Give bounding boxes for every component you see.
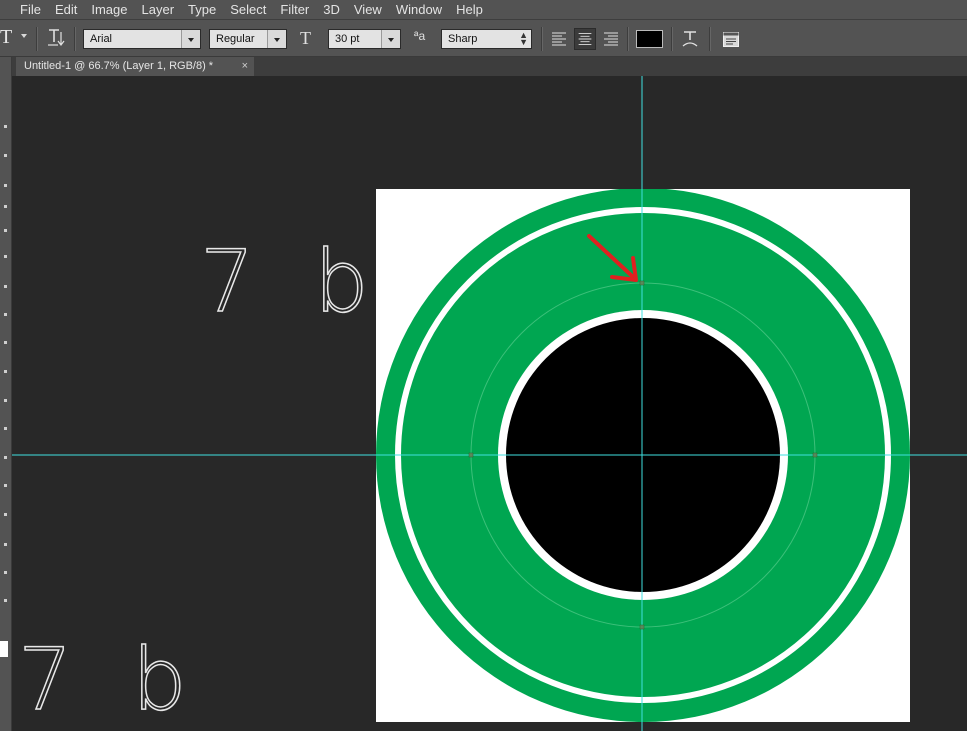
chevron-down-icon[interactable] bbox=[381, 30, 400, 48]
font-size-select[interactable]: 30 pt bbox=[328, 29, 401, 49]
tools-panel-edge bbox=[0, 57, 12, 731]
tool-corner-icon[interactable] bbox=[4, 229, 7, 232]
separator bbox=[36, 27, 38, 51]
menu-view[interactable]: View bbox=[347, 0, 389, 19]
horizontal-type-tool-icon[interactable]: T bbox=[0, 26, 12, 49]
tool-corner-icon[interactable] bbox=[4, 285, 7, 288]
menu-edit[interactable]: Edit bbox=[48, 0, 84, 19]
tool-corner-icon[interactable] bbox=[4, 484, 7, 487]
spinner-icon: ▲ ▼ bbox=[519, 30, 528, 47]
font-family-select[interactable]: Arial bbox=[83, 29, 201, 49]
document-tab-bar: Untitled-1 @ 66.7% (Layer 1, RGB/8) * × bbox=[12, 57, 967, 76]
chevron-down-icon[interactable] bbox=[181, 30, 200, 48]
antialias-value: Sharp bbox=[448, 33, 478, 45]
menu-image[interactable]: Image bbox=[84, 0, 134, 19]
character-panel-icon[interactable] bbox=[721, 29, 741, 49]
app-icon-edge bbox=[0, 0, 10, 19]
tool-corner-icon[interactable] bbox=[4, 513, 7, 516]
floating-text-upper[interactable]: 7 b bbox=[199, 231, 385, 333]
tool-corner-icon[interactable] bbox=[4, 571, 7, 574]
separator bbox=[671, 27, 673, 51]
menu-help[interactable]: Help bbox=[449, 0, 490, 19]
antialias-icon: ªa bbox=[414, 29, 426, 43]
font-style-value: Regular bbox=[216, 33, 255, 45]
menu-bar: File Edit Image Layer Type Select Filter… bbox=[0, 0, 967, 19]
tool-corner-icon[interactable] bbox=[4, 125, 7, 128]
separator bbox=[709, 27, 711, 51]
tool-corner-icon[interactable] bbox=[4, 341, 7, 344]
close-icon[interactable]: × bbox=[242, 57, 248, 76]
tool-corner-icon[interactable] bbox=[4, 456, 7, 459]
font-size-icon: T bbox=[300, 28, 311, 48]
options-bar: T Arial Regular T 30 pt ªa Sharp ▲ ▼ bbox=[0, 19, 967, 57]
font-size-value: 30 pt bbox=[335, 33, 360, 45]
tool-corner-icon[interactable] bbox=[4, 427, 7, 430]
tool-corner-icon[interactable] bbox=[4, 370, 7, 373]
menu-3d[interactable]: 3D bbox=[316, 0, 347, 19]
warp-text-icon[interactable] bbox=[681, 28, 699, 50]
chevron-down-icon[interactable] bbox=[267, 30, 286, 48]
text-orientation-icon[interactable] bbox=[46, 28, 68, 48]
separator bbox=[627, 27, 629, 51]
tool-corner-icon[interactable] bbox=[4, 399, 7, 402]
menu-window[interactable]: Window bbox=[389, 0, 449, 19]
tool-corner-icon[interactable] bbox=[4, 543, 7, 546]
tool-corner-icon[interactable] bbox=[4, 313, 7, 316]
tool-corner-icon[interactable] bbox=[4, 154, 7, 157]
floating-text-lower[interactable]: 7 b bbox=[17, 629, 203, 731]
font-family-value: Arial bbox=[90, 33, 113, 45]
document-tab[interactable]: Untitled-1 @ 66.7% (Layer 1, RGB/8) * × bbox=[16, 57, 254, 76]
document-tab-title: Untitled-1 @ 66.7% (Layer 1, RGB/8) * bbox=[24, 60, 214, 72]
tool-corner-icon[interactable] bbox=[4, 255, 7, 258]
menu-layer[interactable]: Layer bbox=[135, 0, 182, 19]
tool-preset-dropdown-icon[interactable] bbox=[21, 34, 27, 38]
align-left-icon[interactable] bbox=[548, 28, 570, 50]
font-style-select[interactable]: Regular bbox=[209, 29, 287, 49]
tool-corner-icon[interactable] bbox=[4, 184, 7, 187]
antialias-select[interactable]: Sharp ▲ ▼ bbox=[441, 29, 532, 49]
menu-type[interactable]: Type bbox=[181, 0, 223, 19]
separator bbox=[541, 27, 543, 51]
align-center-icon[interactable] bbox=[574, 28, 596, 50]
tool-corner-icon[interactable] bbox=[4, 205, 7, 208]
menu-select[interactable]: Select bbox=[223, 0, 273, 19]
document-canvas[interactable] bbox=[376, 189, 910, 722]
menu-filter[interactable]: Filter bbox=[273, 0, 316, 19]
tool-corner-icon[interactable] bbox=[4, 599, 7, 602]
foreground-color-swatch[interactable] bbox=[0, 641, 8, 657]
align-right-icon[interactable] bbox=[600, 28, 622, 50]
text-color-swatch[interactable] bbox=[636, 30, 663, 48]
separator bbox=[74, 27, 76, 51]
